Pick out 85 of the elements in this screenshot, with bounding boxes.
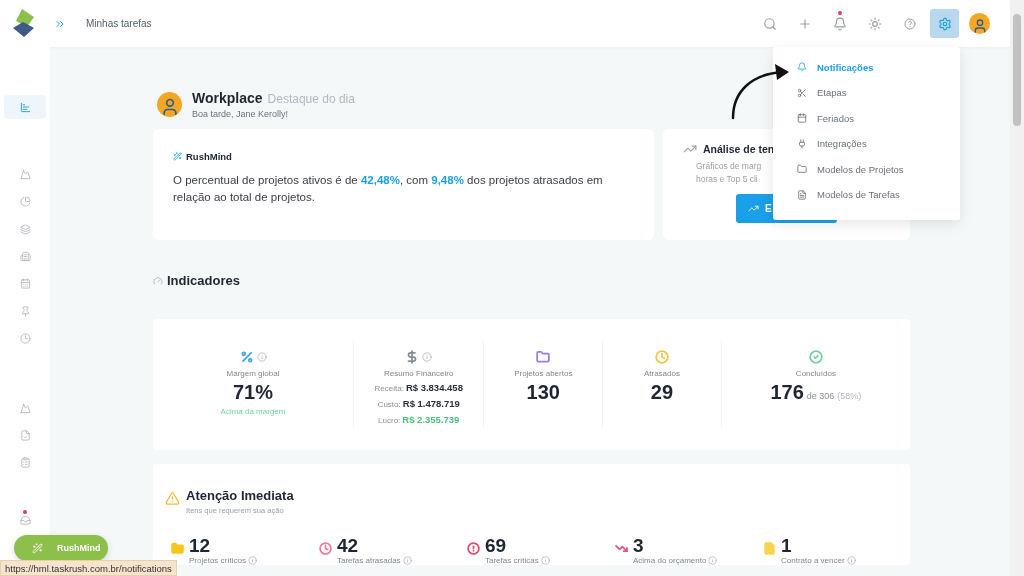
indicator-percent: (58%) — [837, 391, 862, 401]
help-icon — [903, 17, 916, 30]
bell-icon — [832, 16, 847, 31]
settings-button[interactable] — [930, 9, 959, 38]
section-title: Indicadores — [167, 273, 240, 288]
attention-label: Projetos críticos — [189, 556, 246, 565]
settings-icon — [937, 16, 952, 31]
plug-icon — [797, 138, 807, 149]
indicator-label: Projetos abertos — [514, 369, 573, 378]
finance-value: R$ 3.834.458 — [405, 382, 463, 393]
warning-icon — [165, 491, 180, 506]
menu-item[interactable]: Feriados — [797, 110, 960, 127]
greeting: Boa tarde, Jane Kerolly! — [192, 109, 290, 119]
workplace-subtitle: Destaque do dia — [267, 92, 355, 106]
inbox-icon — [19, 514, 31, 526]
indicator-value: 71% — [233, 381, 273, 404]
indicator-label: Resumo Financeiro — [384, 369, 454, 378]
trend-icon — [748, 203, 759, 214]
page-title: Minhas tarefas — [86, 18, 152, 29]
info-icon[interactable] — [256, 352, 267, 362]
plus-icon — [797, 16, 812, 31]
card-title: RushMind — [186, 151, 232, 162]
menu-item[interactable]: Modelos de Tarefas — [797, 186, 960, 203]
mountain-icon — [19, 402, 31, 414]
status-url: https://hml.taskrush.com.br/notifications — [0, 560, 177, 576]
attention-count: 12 — [189, 536, 212, 556]
scrollbar[interactable] — [1010, 0, 1024, 576]
layers-icon — [19, 223, 31, 235]
folder-icon — [797, 164, 807, 175]
scissors-icon — [797, 87, 807, 98]
pin-icon — [19, 305, 31, 317]
info-icon[interactable] — [402, 556, 412, 565]
mountain-icon — [19, 168, 31, 180]
search-icon — [762, 16, 777, 31]
attention-label: Contrato a vencer — [781, 556, 845, 565]
indicator-note: Acima da margem — [220, 407, 286, 416]
menu-item[interactable]: Integrações — [797, 135, 960, 152]
finance-label: Custo: — [377, 400, 401, 409]
calendar-icon — [19, 278, 31, 290]
finance-label: Receita: — [374, 384, 404, 393]
chart-nav-item[interactable] — [4, 95, 46, 119]
menu-item[interactable]: Etapas — [797, 84, 960, 101]
wand-icon — [173, 152, 182, 161]
gauge-icon — [153, 275, 163, 286]
document-icon — [797, 189, 807, 200]
pie-chart-icon — [19, 196, 31, 208]
info-icon[interactable] — [708, 556, 718, 565]
attention-count: 1 — [781, 536, 793, 556]
attention-count: 69 — [485, 536, 508, 556]
insight-text: O percentual de projetos ativos é de 42,48%, com 9,48% dos projetos atrasados em relação ao total de projetos. — [173, 173, 604, 205]
document-icon — [19, 430, 31, 441]
logo-icon[interactable] — [12, 8, 36, 39]
finance-value: R$ 2.355.739 — [402, 414, 460, 425]
indicator-label: Concluídos — [795, 369, 836, 378]
sun-icon — [867, 16, 882, 31]
calendar-icon — [797, 113, 807, 124]
section-title: Atenção Imediata — [186, 488, 294, 503]
indicator-value: 29 — [650, 381, 674, 404]
info-icon[interactable] — [846, 556, 856, 565]
menu-item[interactable]: Modelos de Projetos — [797, 161, 960, 178]
finance-label: Lucro: — [378, 416, 401, 425]
building-icon — [19, 251, 31, 263]
attention-count: 3 — [633, 536, 645, 556]
attention-label: Tarefas críticas — [485, 556, 539, 565]
clipboard-icon — [19, 457, 31, 469]
clock-icon — [19, 333, 31, 345]
info-icon[interactable] — [247, 556, 257, 565]
info-icon[interactable] — [422, 352, 433, 362]
card-description: Gráficos de marg horas e Top 5 cli — [696, 160, 762, 186]
indicator-label: Atrasados — [643, 369, 680, 378]
wand-icon — [32, 542, 43, 554]
chart-icon — [19, 101, 31, 113]
avatar[interactable] — [969, 13, 990, 34]
attention-label: Tarefas atrasadas — [337, 556, 401, 565]
indicator-total: de 306 — [806, 391, 835, 401]
attention-label: Acima do orçamento — [633, 556, 707, 565]
bell-icon — [797, 62, 807, 73]
workplace-title: Workplace — [192, 90, 263, 106]
attention-count: 42 — [337, 536, 360, 556]
indicator-value: 176 — [770, 381, 804, 404]
info-icon[interactable] — [540, 556, 550, 565]
indicator-label: Margem global — [226, 369, 280, 378]
finance-value: R$ 1.478.719 — [402, 398, 460, 409]
indicator-value: 130 — [526, 381, 560, 404]
menu-item[interactable]: Notificações — [797, 59, 960, 76]
